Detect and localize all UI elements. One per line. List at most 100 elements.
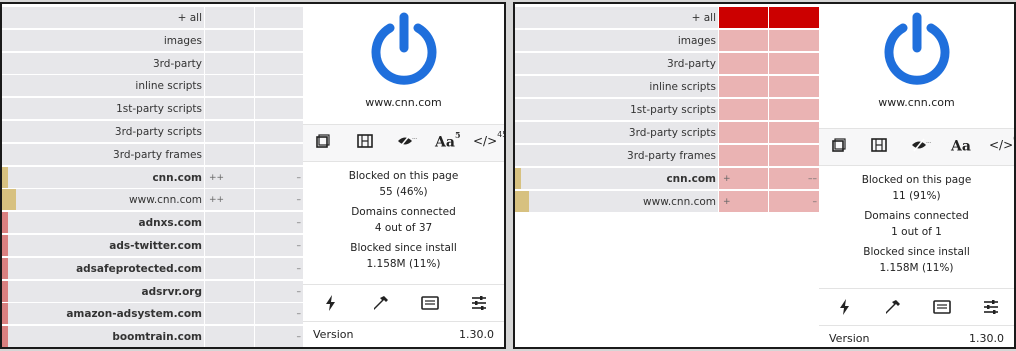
global-rule-cell[interactable] (718, 76, 768, 98)
filter-row[interactable]: 3rd-party scripts (2, 121, 303, 143)
global-rule-cell[interactable] (718, 53, 768, 75)
global-rule-cell[interactable] (204, 7, 254, 29)
local-rule-cell[interactable] (768, 30, 819, 52)
lightning-icon[interactable] (835, 297, 855, 317)
global-rule-cell[interactable] (718, 145, 768, 167)
filter-row[interactable]: www.cnn.com + – (515, 191, 819, 213)
global-rule-cell[interactable] (204, 75, 254, 98)
local-rule-cell[interactable]: – (254, 235, 303, 257)
eye-slash-icon[interactable]: ... (911, 137, 932, 157)
filter-row[interactable]: images (515, 30, 819, 52)
local-rule-cell[interactable]: – (254, 166, 303, 189)
global-rule-cell[interactable] (718, 30, 768, 52)
local-rule-cell[interactable]: – (254, 280, 303, 303)
filter-row[interactable]: amazon-adsystem.com – (2, 303, 303, 326)
lightning-icon[interactable] (321, 293, 341, 313)
version-label: Version (829, 332, 870, 345)
filter-row[interactable]: 1st-party scripts (2, 98, 303, 121)
font-icon[interactable]: Aa5 (435, 130, 461, 151)
settings-icon[interactable] (469, 293, 489, 313)
filter-row[interactable]: adsafeprotected.com – (2, 257, 303, 280)
eye-slash-icon[interactable]: ... (397, 133, 418, 153)
local-rule-cell[interactable] (254, 29, 303, 52)
global-rule-cell[interactable] (204, 303, 254, 326)
filter-row[interactable]: adnxs.com – (2, 212, 303, 235)
filter-row[interactable]: boomtrain.com – (2, 326, 303, 347)
filter-row-label: www.cnn.com (515, 191, 718, 213)
global-rule-cell[interactable] (718, 99, 768, 121)
global-rule-cell[interactable] (718, 7, 768, 29)
font-icon[interactable]: Aa (951, 137, 971, 155)
filter-row[interactable]: ads-twitter.com – (2, 235, 303, 257)
filter-row[interactable]: 3rd-party frames (2, 143, 303, 166)
local-rule-cell[interactable] (254, 98, 303, 121)
local-rule-cell[interactable] (254, 75, 303, 98)
global-rule-cell[interactable] (718, 122, 768, 144)
filter-row[interactable]: 3rd-party scripts (515, 122, 819, 144)
local-rule-cell[interactable] (254, 121, 303, 143)
filter-row[interactable]: + all (515, 7, 819, 29)
filter-row[interactable]: 3rd-party frames (515, 145, 819, 167)
local-rule-cell[interactable]: – (254, 303, 303, 326)
code-icon[interactable]: </>6 (989, 134, 1014, 152)
logger-icon[interactable] (420, 293, 440, 313)
local-rule-cell[interactable] (254, 143, 303, 166)
global-rule-cell[interactable] (204, 280, 254, 303)
filter-row[interactable]: adsrvr.org – (2, 280, 303, 303)
filter-row[interactable]: 3rd-party (515, 53, 819, 75)
local-rule-cell[interactable] (768, 99, 819, 121)
local-rule-cell[interactable]: – (254, 257, 303, 280)
global-rule-cell[interactable]: ++ (204, 189, 254, 212)
local-rule-cell[interactable] (768, 53, 819, 75)
filter-row[interactable]: www.cnn.com ++ – (2, 189, 303, 212)
local-rule-cell[interactable]: –– (768, 168, 819, 190)
global-rule-cell[interactable] (204, 212, 254, 235)
local-rule-cell[interactable] (254, 52, 303, 75)
local-rule-cell[interactable]: – (254, 212, 303, 235)
local-rule-cell[interactable] (768, 145, 819, 167)
hostname-label: www.cnn.com (365, 96, 442, 109)
local-rule-cell[interactable]: – (254, 326, 303, 347)
global-rule-cell[interactable] (204, 98, 254, 121)
filter-row[interactable]: + all (2, 7, 303, 29)
local-rule-cell[interactable] (768, 76, 819, 98)
local-rule-cell[interactable] (768, 122, 819, 144)
filter-row-label: images (2, 29, 204, 52)
filter-row[interactable]: inline scripts (515, 76, 819, 98)
global-rule-cell[interactable] (204, 235, 254, 257)
local-rule-cell[interactable] (254, 7, 303, 29)
power-icon[interactable] (880, 12, 954, 86)
filter-row-label: cnn.com (515, 168, 718, 190)
filter-row[interactable]: cnn.com ++ – (2, 166, 303, 189)
global-rule-cell[interactable]: ++ (204, 166, 254, 189)
local-rule-cell[interactable]: – (768, 191, 819, 213)
picker-element-icon[interactable] (831, 137, 847, 157)
filter-row-label: + all (515, 7, 718, 29)
right-ublock-panel: + all images 3rd-party inline scripts 1st-pa… (513, 2, 1016, 349)
global-rule-cell[interactable]: + (718, 191, 768, 213)
code-icon[interactable]: </>45 (473, 130, 504, 148)
filter-row[interactable]: inline scripts (2, 75, 303, 98)
filter-row[interactable]: 3rd-party (2, 52, 303, 75)
global-rule-cell[interactable] (204, 257, 254, 280)
logger-icon[interactable] (932, 297, 952, 317)
global-rule-cell[interactable] (204, 121, 254, 143)
global-rule-cell[interactable] (204, 29, 254, 52)
global-rule-cell[interactable] (204, 326, 254, 347)
eyedropper-icon[interactable] (371, 293, 391, 313)
filter-row[interactable]: 1st-party scripts (515, 99, 819, 121)
global-rule-cell[interactable] (204, 143, 254, 166)
power-icon[interactable] (367, 12, 441, 86)
media-icon[interactable] (871, 137, 887, 157)
filter-row[interactable]: cnn.com + –– (515, 168, 819, 190)
local-rule-cell[interactable]: – (254, 189, 303, 212)
eyedropper-icon[interactable] (883, 297, 903, 317)
picker-element-icon[interactable] (315, 133, 331, 153)
local-rule-cell[interactable] (768, 7, 819, 29)
settings-icon[interactable] (981, 297, 1001, 317)
filter-row-label: adsafeprotected.com (2, 257, 204, 280)
global-rule-cell[interactable] (204, 52, 254, 75)
filter-row[interactable]: images (2, 29, 303, 52)
media-icon[interactable] (357, 133, 373, 153)
global-rule-cell[interactable]: + (718, 168, 768, 190)
